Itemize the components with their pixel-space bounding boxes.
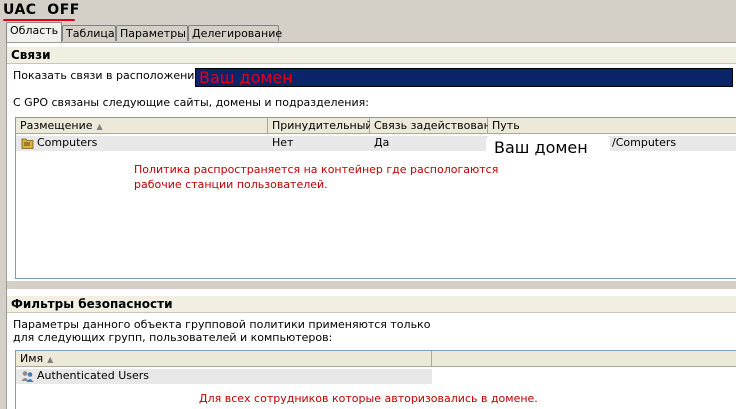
col-header-link-enabled[interactable]: Связь задействована bbox=[370, 118, 498, 134]
ou-folder-icon bbox=[21, 138, 34, 149]
row-group-name: Authenticated Users bbox=[37, 369, 150, 382]
row-path-masked: Ваш домен bbox=[494, 138, 588, 157]
links-note-line-1: Политика распространяется на контейнер г… bbox=[134, 163, 499, 176]
tab-settings[interactable]: Параметры bbox=[116, 25, 188, 41]
table-row[interactable]: Authenticated Users bbox=[16, 369, 432, 384]
links-note-line-2: рабочие станции пользователей. bbox=[134, 178, 328, 191]
tab-delegation[interactable]: Делегирование bbox=[188, 25, 282, 41]
tab-scope[interactable]: Область bbox=[6, 22, 62, 42]
title-underline bbox=[3, 19, 75, 21]
location-dropdown[interactable]: Ваш домен bbox=[195, 68, 733, 87]
col-header-enforced[interactable]: Принудительный bbox=[268, 118, 373, 134]
row-location: Computers bbox=[37, 136, 98, 149]
splitter[interactable] bbox=[7, 281, 736, 289]
table-row[interactable]: Computers Нет Да /Computers bbox=[16, 136, 736, 151]
col-header-name[interactable]: Имя ▲ bbox=[16, 351, 432, 367]
security-description-line-2: для следующих групп, пользователей и ком… bbox=[13, 331, 333, 344]
location-value: Ваш домен bbox=[199, 68, 293, 87]
row-path-suffix: /Computers bbox=[612, 136, 677, 149]
sort-ascending-icon: ▲ bbox=[47, 355, 54, 364]
links-description: С GPO связаны следующие сайты, домены и … bbox=[13, 96, 369, 109]
col-header-location[interactable]: Размещение ▲ bbox=[16, 118, 268, 134]
security-note: Для всех сотрудников которые авторизовал… bbox=[199, 392, 538, 405]
sort-ascending-icon: ▲ bbox=[96, 122, 103, 131]
tab-details[interactable]: Таблица bbox=[62, 25, 116, 41]
row-link-enabled: Да bbox=[374, 136, 390, 149]
location-label: Показать связи в расположении: bbox=[13, 69, 206, 82]
links-listview[interactable]: Размещение ▲ Принудительный Связь задейст… bbox=[15, 117, 736, 279]
links-section-title: Связи bbox=[7, 47, 736, 64]
tab-strip: Область Таблица Параметры Делегирование bbox=[0, 22, 736, 42]
security-listview[interactable]: Имя ▲ Authenticated Users Для всех сотруд… bbox=[15, 350, 736, 409]
col-header-blank bbox=[432, 351, 736, 367]
scope-panel: Связи Показать связи в расположении: Ваш… bbox=[6, 42, 736, 409]
annotation-title: UAC OFF bbox=[3, 2, 80, 18]
col-header-path[interactable]: Путь bbox=[488, 118, 736, 134]
users-group-icon bbox=[21, 371, 34, 382]
row-enforced: Нет bbox=[272, 136, 294, 149]
security-section-title: Фильтры безопасности bbox=[7, 296, 736, 313]
security-description-line-1: Параметры данного объекта групповой поли… bbox=[13, 318, 431, 331]
